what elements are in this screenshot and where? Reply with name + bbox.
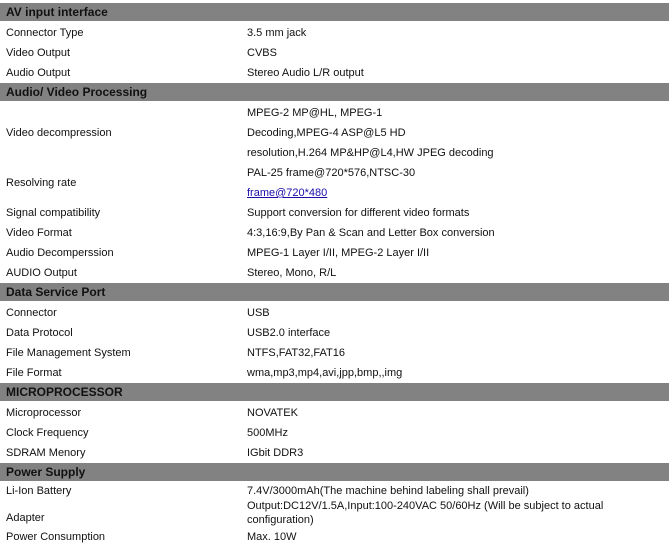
section-title: Audio/ Video Processing — [0, 83, 669, 103]
spec-row: File Management System NTFS,FAT32,FAT16 — [0, 343, 669, 363]
spec-value-line: Decoding,MPEG-4 ASP@L5 HD — [247, 127, 406, 139]
spec-value-line: USB2.0 interface — [247, 327, 331, 339]
spec-row: Microprocessor NOVATEK — [0, 402, 669, 423]
spec-row: Resolving rate PAL-25 frame@720*576,NTSC-… — [0, 163, 669, 203]
spec-value: 7.4V/3000mAh(The machine behind labeling… — [247, 482, 669, 499]
spec-value: NOVATEK — [247, 402, 669, 423]
section-header: AV input interface — [0, 3, 669, 23]
spec-label: Video Format — [6, 227, 72, 239]
spec-value-line: CVBS — [247, 47, 277, 59]
spec-label: File Management System — [6, 347, 131, 359]
spec-value: 500MHz — [247, 423, 669, 443]
spec-value: PAL-25 frame@720*576,NTSC-30 frame@720*48… — [247, 163, 669, 203]
spec-row: Adapter Output:DC12V/1.5A,Input:100-240VA… — [0, 499, 669, 527]
section-header: MICROPROCESSOR — [0, 383, 669, 403]
spec-row: Audio Decomperssion MPEG-1 Layer I/II, MP… — [0, 243, 669, 263]
spec-label: Data Protocol — [6, 327, 73, 339]
spec-value-line: MPEG-1 Layer I/II, MPEG-2 Layer I/II — [247, 247, 430, 259]
spec-value: USB — [247, 302, 669, 323]
spec-label: Connector — [6, 307, 57, 319]
spec-label: Audio Decomperssion — [6, 247, 114, 259]
spec-label: Signal compatibility — [6, 207, 101, 219]
section-title: MICROPROCESSOR — [0, 383, 669, 403]
spec-label: Video decompression — [6, 127, 112, 139]
resolution-link[interactable]: frame@720*480 — [247, 187, 327, 199]
spec-value-line: Max. 10W — [247, 531, 297, 543]
spec-row: Connector Type 3.5 mm jack — [0, 22, 669, 43]
spec-value-line: Stereo, Mono, R/L — [247, 267, 337, 279]
spec-label: SDRAM Menory — [6, 447, 86, 459]
spec-value: MPEG-1 Layer I/II, MPEG-2 Layer I/II — [247, 243, 669, 263]
spec-value-line: Stereo Audio L/R output — [247, 67, 364, 79]
section-header: Power Supply — [0, 463, 669, 483]
spec-value: MPEG-2 MP@HL, MPEG-1 Decoding,MPEG-4 ASP@… — [247, 102, 669, 163]
spec-value-line: wma,mp3,mp4,avi,jpp,bmp,,img — [247, 367, 403, 379]
spec-value-line: NOVATEK — [247, 407, 298, 419]
spec-value: Max. 10W — [247, 527, 669, 547]
spec-value: 4:3,16:9,By Pan & Scan and Letter Box co… — [247, 223, 669, 243]
spec-label: File Format — [6, 367, 62, 379]
spec-row: Audio Output Stereo Audio L/R output — [0, 63, 669, 83]
spec-value-line: MPEG-2 MP@HL, MPEG-1 — [247, 107, 383, 119]
spec-value-line: 7.4V/3000mAh(The machine behind labeling… — [247, 485, 529, 497]
spec-row: SDRAM Menory IGbit DDR3 — [0, 443, 669, 463]
spec-row: Video Format 4:3,16:9,By Pan & Scan and L… — [0, 223, 669, 243]
spec-value: IGbit DDR3 — [247, 443, 669, 463]
spec-value: wma,mp3,mp4,avi,jpp,bmp,,img — [247, 363, 669, 383]
section-title: Power Supply — [0, 463, 669, 483]
spec-value-line: PAL-25 frame@720*576,NTSC-30 — [247, 167, 416, 179]
spec-row: Connector USB — [0, 302, 669, 323]
spec-row: File Format wma,mp3,mp4,avi,jpp,bmp,,img — [0, 363, 669, 383]
spec-value-line: Output:DC12V/1.5A,Input:100-240VAC 50/60… — [247, 500, 604, 512]
spec-label: Video Output — [6, 47, 71, 59]
spec-value: Stereo, Mono, R/L — [247, 263, 669, 283]
spec-value: NTFS,FAT32,FAT16 — [247, 343, 669, 363]
spec-value-line: NTFS,FAT32,FAT16 — [247, 347, 346, 359]
spec-label: Connector Type — [6, 27, 84, 39]
spec-value: Output:DC12V/1.5A,Input:100-240VAC 50/60… — [247, 499, 669, 527]
spec-row: Data Protocol USB2.0 interface — [0, 323, 669, 343]
spec-value: USB2.0 interface — [247, 323, 669, 343]
spec-value: Support conversion for different video f… — [247, 203, 669, 223]
spec-label: Microprocessor — [6, 407, 82, 419]
spec-row: Clock Frequency 500MHz — [0, 423, 669, 443]
spec-value-line: IGbit DDR3 — [247, 447, 304, 459]
spec-value-line: 4:3,16:9,By Pan & Scan and Letter Box co… — [247, 227, 495, 239]
spec-label: Adapter — [6, 512, 45, 524]
spec-value-line: resolution,H.264 MP&HP@L4,HW JPEG decodi… — [247, 147, 494, 159]
spec-value-line: configuration) — [247, 514, 314, 526]
spec-value-line: Support conversion for different video f… — [247, 207, 470, 219]
spec-value-line: 3.5 mm jack — [247, 27, 307, 39]
spec-value-line: 500MHz — [247, 427, 288, 439]
spec-label: Clock Frequency — [6, 427, 89, 439]
spec-label: Li-Ion Battery — [6, 485, 72, 497]
spec-value: 3.5 mm jack — [247, 22, 669, 43]
spec-row: Signal compatibility Support conversion f… — [0, 203, 669, 223]
spec-table: AV input interface Connector Type 3.5 mm j… — [0, 3, 669, 547]
spec-row: Power Consumption Max. 10W — [0, 527, 669, 547]
section-title: Data Service Port — [0, 283, 669, 303]
spec-value-line: USB — [247, 307, 270, 319]
spec-label: Power Consumption — [6, 531, 106, 543]
section-header: Data Service Port — [0, 283, 669, 303]
spec-row: AUDIO Output Stereo, Mono, R/L — [0, 263, 669, 283]
spec-row: Video Output CVBS — [0, 43, 669, 63]
spec-label: AUDIO Output — [6, 267, 77, 279]
spec-row: Li-Ion Battery 7.4V/3000mAh(The machine b… — [0, 482, 669, 499]
section-title: AV input interface — [0, 3, 669, 23]
spec-label: Audio Output — [6, 67, 71, 79]
section-header: Audio/ Video Processing — [0, 83, 669, 103]
spec-value: CVBS — [247, 43, 669, 63]
spec-value: Stereo Audio L/R output — [247, 63, 669, 83]
spec-label: Resolving rate — [6, 177, 77, 189]
spec-row: Video decompression MPEG-2 MP@HL, MPEG-1 D… — [0, 102, 669, 163]
